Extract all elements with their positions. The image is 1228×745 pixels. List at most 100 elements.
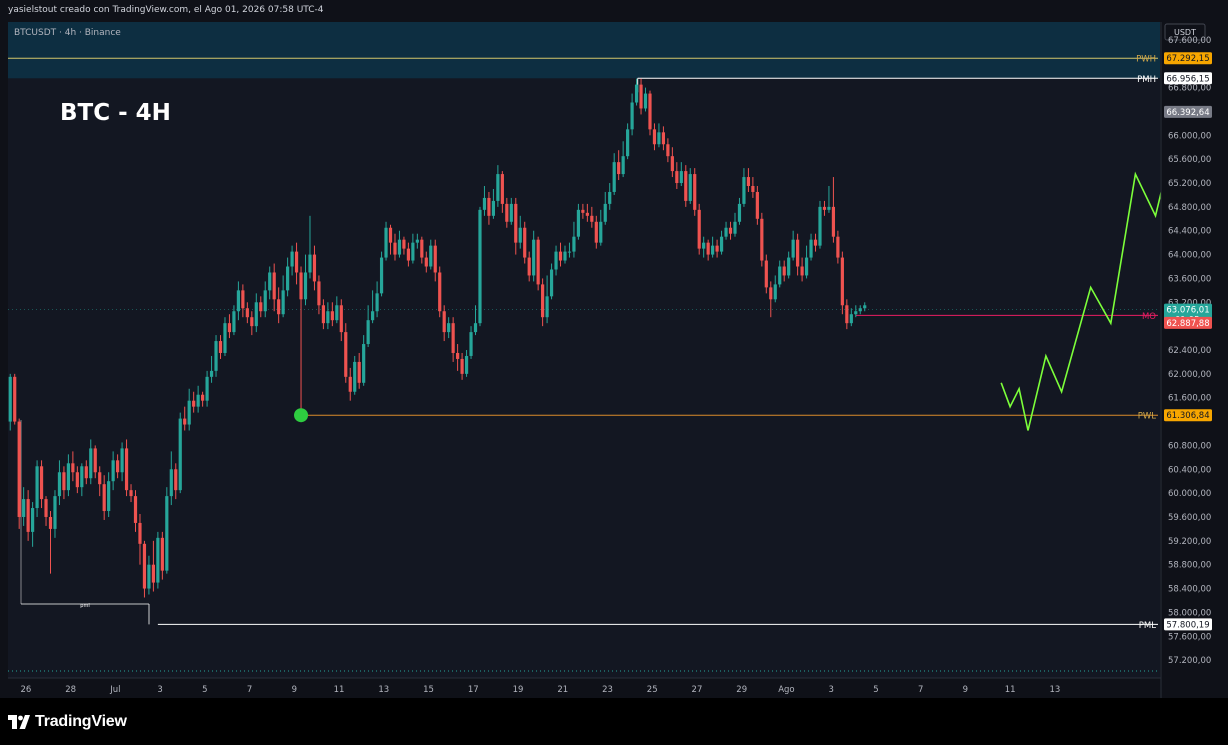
candle-body — [697, 209, 701, 249]
candle-body — [281, 290, 285, 315]
candle-body — [590, 215, 594, 222]
candle-body — [160, 537, 164, 571]
candle-body — [648, 93, 652, 130]
candle-body — [769, 287, 773, 300]
y-tick-label: 58.000,00 — [1168, 608, 1211, 618]
candle-body — [26, 499, 30, 532]
x-tick-label: 15 — [423, 685, 434, 695]
symbol-label: BTCUSDT · 4h · Binance — [14, 28, 121, 38]
candle-body — [388, 227, 393, 243]
x-tick-label: 26 — [20, 685, 31, 695]
price-chart[interactable]: BTCUSDT · 4h · Binance BTC - 4H PWH PMH MO PW… — [0, 0, 1228, 698]
candle-body — [357, 361, 361, 383]
candle-body — [612, 162, 616, 192]
candle-body — [379, 257, 384, 294]
candle-body — [120, 448, 124, 473]
candle-body — [142, 543, 147, 589]
x-tick-label: Jul — [109, 685, 120, 695]
candle-body — [17, 421, 21, 517]
candle-body — [549, 269, 554, 297]
candle-body — [460, 358, 464, 374]
candle-body — [804, 257, 809, 276]
candle-body — [429, 245, 433, 267]
candle-body — [778, 266, 782, 285]
candle-body — [796, 239, 800, 267]
candle-body — [62, 472, 66, 491]
candle-body — [666, 144, 670, 157]
candle-body — [245, 308, 249, 318]
candle-body — [630, 102, 634, 130]
candle-body — [236, 290, 240, 312]
candle-body — [813, 239, 818, 246]
author-caption: yasielstout creado con TradingView.com, … — [8, 5, 324, 15]
candle-body — [863, 305, 867, 309]
candle-body — [214, 341, 218, 371]
price-tag-pwl: 61.306,84 — [1166, 411, 1209, 421]
level-label-mo: MO — [1142, 312, 1156, 322]
candle-body — [451, 323, 455, 353]
candle-body — [254, 302, 258, 327]
candle-body — [836, 236, 840, 258]
candle-body — [178, 418, 182, 491]
candle-body — [478, 209, 482, 324]
candle-body — [464, 355, 469, 374]
candle-body — [711, 245, 715, 255]
candle-body — [491, 200, 496, 216]
candle-body — [286, 266, 290, 291]
candle-body — [102, 484, 106, 512]
candle-body — [227, 323, 232, 333]
x-tick-label: 3 — [157, 685, 162, 695]
candle-body — [447, 323, 451, 333]
x-tick-label: 27 — [692, 685, 703, 695]
candle-body — [684, 171, 688, 201]
candle-body — [563, 251, 567, 261]
candle-body — [751, 186, 755, 192]
candle-body — [500, 174, 504, 204]
x-tick-label: 5 — [873, 685, 878, 695]
candle-body — [854, 311, 858, 315]
candle-body — [348, 376, 352, 392]
candle-body — [98, 472, 102, 485]
x-tick-label: 19 — [513, 685, 524, 695]
candle-body — [545, 296, 549, 318]
premium-zone — [8, 22, 1160, 79]
candle-body — [617, 162, 621, 175]
x-tick-label: 17 — [468, 685, 479, 695]
price-tag-last: 63.076,01 — [1166, 306, 1209, 316]
candle-body — [657, 132, 661, 145]
y-tick-label: 58.800,00 — [1168, 561, 1211, 571]
candle-body — [514, 203, 518, 243]
candle-body — [169, 469, 173, 497]
candle-body — [196, 394, 200, 407]
y-tick-label: 67.600,00 — [1168, 36, 1211, 46]
y-tick-label: 64.000,00 — [1168, 251, 1211, 261]
level-label-pml: PML — [1139, 621, 1156, 631]
candle-body — [827, 206, 831, 210]
candle-body — [259, 302, 263, 312]
candle-body — [303, 272, 308, 300]
candle-body — [608, 191, 612, 204]
candle-body — [218, 341, 223, 353]
candle-body — [791, 239, 795, 258]
candle-body — [39, 466, 44, 500]
candle-body — [693, 174, 697, 210]
candle-body — [760, 218, 764, 261]
x-tick-label: 28 — [65, 685, 76, 695]
candle-body — [496, 174, 500, 201]
candle-body — [661, 132, 666, 145]
candle-body — [509, 203, 513, 222]
candle-body — [201, 394, 205, 401]
candle-body — [818, 206, 822, 246]
price-tag-pml: 57.800,19 — [1166, 620, 1209, 630]
candle-body — [35, 466, 39, 509]
candle-body — [572, 236, 576, 252]
candle-body — [599, 221, 603, 243]
x-tick-label: 13 — [378, 685, 389, 695]
y-tick-label: 57.600,00 — [1168, 632, 1211, 642]
candle-body — [299, 272, 303, 300]
candle-body — [192, 400, 196, 407]
candle-body — [558, 251, 563, 261]
candle-body — [13, 376, 17, 422]
tradingview-logo[interactable]: TradingView — [8, 713, 127, 731]
price-tag-prev-high: 66.392,64 — [1166, 108, 1209, 118]
